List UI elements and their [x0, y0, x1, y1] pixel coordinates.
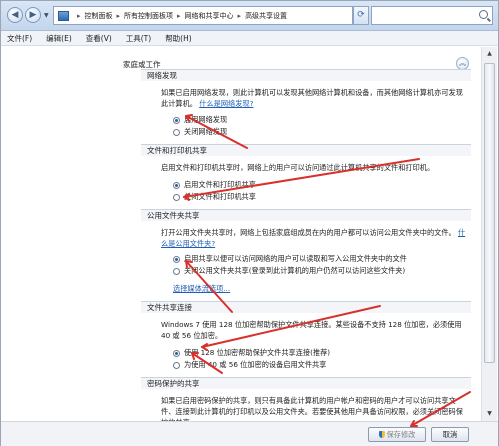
forward-arrow-icon: ▶ — [29, 10, 37, 20]
recent-pages-dropdown[interactable]: ▼ — [44, 12, 49, 19]
option-label: 关闭公用文件夹共享(登录到此计算机的用户仍然可以访问这些文件夹) — [184, 266, 406, 275]
radio-selected-icon[interactable] — [173, 181, 180, 189]
public-folder-description: 打开公用文件夹共享时，网络上包括家庭组成员在内的用户都可以访问公用文件夹中的文件… — [161, 227, 467, 249]
radio-128bit-encryption[interactable]: 使用 128 位加密帮助保护文件共享连接(推荐) — [173, 348, 330, 358]
radio-disable-network-discovery[interactable]: 关闭网络发现 — [173, 127, 227, 137]
vertical-scrollbar[interactable]: ▲ ▼ — [481, 47, 497, 421]
menu-bar: 文件(F) 编辑(E) 查看(V) 工具(T) 帮助(H) — [1, 31, 498, 46]
search-input[interactable] — [371, 6, 493, 25]
radio-icon[interactable] — [173, 267, 180, 275]
section-title-file-printer-sharing: 文件和打印机共享 — [141, 144, 471, 156]
network-discovery-help-link[interactable]: 什么是网络发现? — [199, 99, 253, 108]
option-label: 启用共享以便可以访问网络的用户可以读取和写入公用文件夹中的文件 — [184, 254, 407, 263]
uac-shield-icon — [378, 431, 385, 438]
breadcrumb-item[interactable]: 网络和共享中心 — [185, 11, 234, 21]
breadcrumb-separator: ▸ — [77, 11, 81, 20]
breadcrumb[interactable]: ▸ 控制面板 ▸ 所有控制面板项 ▸ 网络和共享中心 ▸ 高级共享设置 — [53, 6, 353, 25]
option-label: 启用网络发现 — [184, 115, 228, 124]
breadcrumb-separator: ▸ — [116, 11, 121, 20]
refresh-icon: ⟳ — [357, 10, 365, 20]
radio-selected-icon[interactable] — [173, 349, 180, 357]
breadcrumb-item[interactable]: 高级共享设置 — [245, 11, 287, 21]
menu-file[interactable]: 文件(F) — [7, 33, 32, 44]
back-arrow-icon: ◀ — [11, 10, 19, 20]
password-sharing-description: 如果已启用密码保护的共享，则只有具备此计算机的用户帐户和密码的用户才可以访问共享… — [161, 396, 463, 421]
network-discovery-description: 如果已启用网络发现，则此计算机可以发现其他网络计算机和设备，而其他网络计算机亦可… — [161, 87, 467, 109]
menu-tools[interactable]: 工具(T) — [126, 33, 151, 44]
breadcrumb-item[interactable]: 控制面板 — [85, 11, 113, 21]
breadcrumb-separator: ▸ — [177, 11, 181, 20]
save-changes-button[interactable]: 保存修改 — [368, 427, 426, 442]
save-changes-label: 保存修改 — [386, 430, 416, 439]
option-label: 关闭文件和打印机共享 — [184, 192, 256, 201]
settings-content: 家庭或工作 ︽ 网络发现 如果已启用网络发现，则此计算机可以发现其他网络计算机和… — [1, 47, 480, 421]
section-title-network-discovery: 网络发现 — [141, 69, 471, 81]
menu-edit[interactable]: 编辑(E) — [46, 33, 72, 44]
section-title-file-sharing-connections: 文件共享连接 — [141, 301, 471, 313]
back-button[interactable]: ◀ — [7, 7, 23, 23]
radio-enable-public-folder-sharing[interactable]: 启用共享以便可以访问网络的用户可以读取和写入公用文件夹中的文件 — [173, 254, 407, 264]
breadcrumb-separator: ▸ — [237, 11, 242, 20]
radio-icon[interactable] — [173, 128, 180, 136]
bottom-button-bar: 保存修改 取消 — [1, 421, 498, 446]
radio-disable-file-printer-sharing[interactable]: 关闭文件和打印机共享 — [173, 192, 256, 202]
scroll-down-icon[interactable]: ▼ — [482, 407, 497, 421]
radio-icon[interactable] — [173, 361, 180, 369]
option-label: 为使用 40 或 56 位加密的设备启用文件共享 — [184, 360, 327, 369]
address-bar-area: ◀ ▶ ▼ ▸ 控制面板 ▸ 所有控制面板项 ▸ 网络和共享中心 ▸ 高级共享设… — [1, 1, 498, 31]
option-label: 启用文件和打印机共享 — [184, 180, 256, 189]
forward-button[interactable]: ▶ — [25, 7, 41, 23]
search-icon — [479, 10, 488, 19]
radio-selected-icon[interactable] — [173, 255, 180, 263]
radio-icon[interactable] — [173, 193, 180, 201]
public-folder-text: 打开公用文件夹共享时，网络上包括家庭组成员在内的用户都可以访问公用文件夹中的文件… — [161, 228, 456, 237]
menu-view[interactable]: 查看(V) — [86, 33, 112, 44]
media-streaming-link[interactable]: 选择媒体流选项... — [173, 284, 230, 293]
option-label: 使用 128 位加密帮助保护文件共享连接(推荐) — [184, 348, 331, 357]
radio-enable-file-printer-sharing[interactable]: 启用文件和打印机共享 — [173, 180, 256, 190]
radio-40-56bit-encryption[interactable]: 为使用 40 或 56 位加密的设备启用文件共享 — [173, 360, 326, 370]
control-panel-icon — [58, 10, 69, 21]
window-frame: ◀ ▶ ▼ ▸ 控制面板 ▸ 所有控制面板项 ▸ 网络和共享中心 ▸ 高级共享设… — [0, 0, 499, 446]
scroll-up-icon[interactable]: ▲ — [482, 47, 497, 61]
refresh-button[interactable]: ⟳ — [353, 6, 369, 25]
scroll-thumb[interactable] — [484, 63, 495, 363]
cancel-button[interactable]: 取消 — [431, 427, 469, 442]
file-printer-description: 启用文件和打印机共享时，网络上的用户可以访问通过此计算机共享的文件和打印机。 — [161, 163, 435, 172]
menu-help[interactable]: 帮助(H) — [165, 33, 192, 44]
section-title-password-protected-sharing: 密码保护的共享 — [141, 377, 471, 389]
radio-enable-network-discovery[interactable]: 启用网络发现 — [173, 115, 227, 125]
radio-disable-public-folder-sharing[interactable]: 关闭公用文件夹共享(登录到此计算机的用户仍然可以访问这些文件夹) — [173, 266, 405, 276]
media-streaming-link-row: 选择媒体流选项... — [173, 283, 479, 294]
section-title-public-folder-sharing: 公用文件夹共享 — [141, 209, 471, 221]
option-label: 关闭网络发现 — [184, 127, 228, 136]
profile-title: 家庭或工作 — [123, 59, 161, 69]
radio-selected-icon[interactable] — [173, 116, 180, 124]
file-sharing-connections-description: Windows 7 使用 128 位加密帮助保护文件共享连接。某些设备不支持 1… — [161, 320, 462, 340]
breadcrumb-item[interactable]: 所有控制面板项 — [124, 11, 173, 21]
